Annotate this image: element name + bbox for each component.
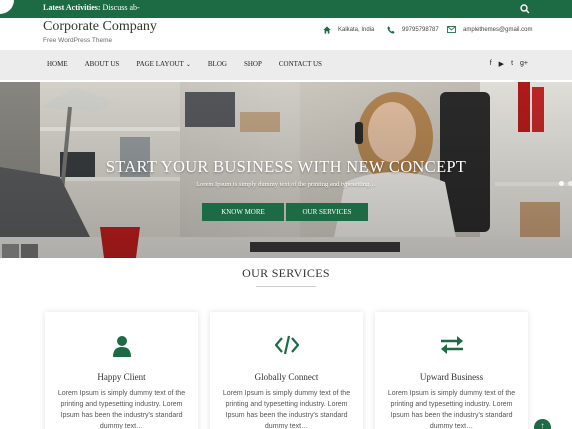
nav-item-label: HOME bbox=[47, 60, 68, 68]
latest-activities[interactable]: Latest Activities: Discuss ab- bbox=[43, 3, 140, 12]
hero-subtitle: Lorem Ipsum is simply dummy text of the … bbox=[196, 181, 376, 188]
nav-item-page-layout[interactable]: PAGE LAYOUT ⌄ bbox=[136, 60, 191, 68]
location-text: Kalkata, India bbox=[338, 27, 375, 33]
slider-dot-active[interactable] bbox=[559, 181, 564, 186]
nav-menu: HOME ABOUT US PAGE LAYOUT ⌄ BLOG SHOP CON… bbox=[47, 60, 339, 68]
top-bar-corner bbox=[0, 0, 14, 14]
services-heading: OUR SERVICES bbox=[242, 266, 330, 280]
nav-item-home[interactable]: HOME bbox=[47, 60, 68, 68]
services-heading-divider bbox=[256, 286, 316, 287]
nav-item-label: SHOP bbox=[243, 60, 262, 68]
service-description: Lorem Ipsum is simply dummy text of the … bbox=[57, 390, 186, 429]
know-more-button[interactable]: KNOW MORE bbox=[202, 203, 284, 221]
site-header: Corporate Company Free WordPress Theme K… bbox=[0, 18, 572, 50]
service-description: Lorem Ipsum is simply dummy text of the … bbox=[387, 390, 516, 429]
service-description: Lorem Ipsum is simply dummy text of the … bbox=[222, 390, 351, 429]
latest-activities-ticker[interactable]: Discuss ab- bbox=[103, 3, 140, 12]
phone-text[interactable]: 99795798787 bbox=[402, 27, 439, 33]
phone-icon bbox=[387, 26, 395, 34]
hero-title: START YOUR BUSINESS WITH NEW CONCEPT bbox=[105, 157, 467, 176]
envelope-icon bbox=[447, 26, 456, 33]
nav-item-contact-us[interactable]: CONTACT US bbox=[279, 60, 322, 68]
latest-activities-label: Latest Activities: bbox=[43, 3, 101, 12]
facebook-icon[interactable]: f bbox=[490, 60, 492, 68]
nav-item-about-us[interactable]: ABOUT US bbox=[85, 60, 120, 68]
nav-item-label: CONTACT US bbox=[278, 60, 322, 68]
email-text[interactable]: amplethemes@gmail.com bbox=[463, 27, 532, 33]
chevron-down-icon: ⌄ bbox=[185, 62, 191, 68]
scroll-to-top-button[interactable]: ↑ bbox=[534, 419, 551, 429]
main-navigation: HOME ABOUT US PAGE LAYOUT ⌄ BLOG SHOP CON… bbox=[0, 50, 572, 80]
service-title: Happy Client bbox=[97, 372, 146, 382]
slider-dot[interactable] bbox=[568, 181, 572, 186]
nav-item-label: ABOUT US bbox=[84, 60, 120, 68]
exchange-icon bbox=[440, 336, 463, 354]
arrow-up-icon: ↑ bbox=[540, 421, 545, 429]
service-title: Upward Business bbox=[419, 372, 484, 382]
home-icon bbox=[323, 26, 331, 34]
user-icon bbox=[112, 336, 131, 357]
search-icon[interactable] bbox=[520, 4, 530, 14]
contact-phone: 99795798787 bbox=[387, 26, 439, 34]
our-services-button[interactable]: OUR SERVICES bbox=[286, 203, 368, 221]
service-title: Globally Connect bbox=[254, 372, 319, 382]
google-plus-icon[interactable]: g+ bbox=[520, 60, 528, 68]
nav-item-blog[interactable]: BLOG bbox=[208, 60, 227, 68]
nav-item-label: BLOG bbox=[207, 60, 227, 68]
service-card-upward-business[interactable]: Upward Business Lorem Ipsum is simply du… bbox=[375, 312, 528, 429]
site-title[interactable]: Corporate Company bbox=[43, 19, 157, 35]
twitter-icon[interactable]: t bbox=[511, 60, 513, 68]
nav-item-label: PAGE LAYOUT bbox=[136, 60, 184, 68]
hero-slider[interactable]: START YOUR BUSINESS WITH NEW CONCEPT Lor… bbox=[0, 82, 572, 258]
youtube-icon[interactable]: ▶ bbox=[499, 60, 504, 68]
service-card-globally-connect[interactable]: Globally Connect Lorem Ipsum is simply d… bbox=[210, 312, 363, 429]
contact-location: Kalkata, India bbox=[323, 26, 374, 34]
social-links: f ▶ t g+ bbox=[483, 60, 528, 68]
service-card-happy-client[interactable]: Happy Client Lorem Ipsum is simply dummy… bbox=[45, 312, 198, 429]
site-tagline: Free WordPress Theme bbox=[43, 37, 113, 44]
code-icon bbox=[274, 335, 299, 355]
slider-thumbnails[interactable] bbox=[2, 244, 42, 258]
contact-email: amplethemes@gmail.com bbox=[447, 26, 532, 33]
nav-item-shop[interactable]: SHOP bbox=[244, 60, 262, 68]
top-bar: Latest Activities: Discuss ab- bbox=[0, 0, 572, 18]
